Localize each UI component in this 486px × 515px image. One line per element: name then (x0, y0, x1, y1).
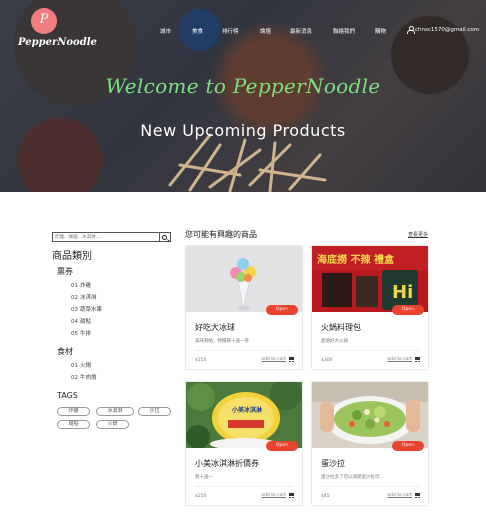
divider (195, 486, 293, 487)
product-price: $150 (195, 358, 207, 363)
add-to-cart-label: add to cart (261, 493, 286, 498)
category-item[interactable]: 02 冰淇淋 (71, 293, 97, 301)
tag-salad[interactable]: 沙拉 (138, 407, 171, 416)
open-button[interactable]: Open (392, 305, 424, 315)
cart-icon (414, 493, 420, 498)
category-item[interactable]: 05 牛排 (71, 329, 91, 337)
product-description: 美味夠給，特價買十送一券 (195, 339, 249, 344)
hero-banner: P PepperNoodle 城市 美食 排行榜 論壇 最新消息 聯絡我們 購物… (0, 0, 486, 192)
item-number: 01 (71, 363, 78, 369)
product-card[interactable]: Open 好吃大冰球 美味夠給，特價買十送一券 $150 add to cart (186, 246, 302, 369)
see-more-link[interactable]: 查看更多 (408, 231, 428, 238)
cart-icon (414, 357, 420, 362)
item-number: 05 (71, 331, 78, 337)
product-card[interactable]: 海底撈 不辣 禮盒 Hi Open 火鍋料理包 超值好大火鍋 $300 add … (312, 246, 428, 369)
divider (195, 350, 293, 351)
product-title[interactable]: 小美冰淇淋折價券 (195, 458, 259, 469)
product-title[interactable]: 好吃大冰球 (195, 322, 235, 333)
open-button[interactable]: Open (392, 441, 424, 451)
cart-icon (288, 357, 294, 362)
product-description: 超值好大火鍋 (321, 339, 348, 344)
category-group-title: 食材 (57, 347, 73, 356)
product-price: $45 (321, 494, 330, 499)
ice-cream-cup-image: 小美冰淇淋 (186, 382, 302, 448)
nav-item-forum[interactable]: 論壇 (260, 27, 271, 35)
add-to-cart-button[interactable]: add to cart (261, 357, 294, 362)
tags-title: TAGS (57, 391, 78, 400)
product-description: 買十送一 (195, 475, 213, 480)
product-card[interactable]: 小美冰淇淋 Open 小美冰淇淋折價券 買十送一 $250 add to car… (186, 382, 302, 505)
category-item[interactable]: 01 火鍋 (71, 361, 91, 369)
salad-image (312, 382, 428, 448)
tag-hotpot[interactable]: 火鍋 (96, 420, 129, 429)
nav-item-ranking[interactable]: 排行榜 (222, 27, 239, 35)
category-item[interactable]: 04 甜點 (71, 317, 91, 325)
search-input[interactable] (52, 232, 160, 242)
add-to-cart-button[interactable]: add to cart (261, 493, 294, 498)
item-number: 02 (71, 375, 78, 381)
tag-ice-cream[interactable]: 冰淇淋 (96, 407, 134, 416)
hero-title: New Upcoming Products (140, 121, 346, 140)
cart-icon (288, 493, 294, 498)
product-card[interactable]: Open 蛋沙拉 蛋沙拉多了可以減肥蛋沙拉可... $45 add to car… (312, 382, 428, 505)
user-account[interactable]: chnsc1570@gmail.com (407, 26, 480, 34)
add-to-cart-button[interactable]: add to cart (387, 357, 420, 362)
category-item[interactable]: 01 炸雞 (71, 281, 91, 289)
tag-dessert[interactable]: 甜點 (57, 420, 90, 429)
product-image (186, 246, 302, 312)
category-item[interactable]: 02 牛肉燴 (71, 373, 97, 381)
product-title[interactable]: 蛋沙拉 (321, 458, 345, 469)
item-label: 甜點 (80, 319, 92, 325)
ice-cream-image (186, 246, 302, 312)
product-image: 小美冰淇淋 (186, 382, 302, 448)
tag-fried-chicken[interactable]: 炸雞 (57, 407, 90, 416)
product-image: 海底撈 不辣 禮盒 Hi (312, 246, 428, 312)
add-to-cart-label: add to cart (387, 357, 412, 362)
user-icon (407, 26, 415, 34)
open-button[interactable]: Open (266, 305, 298, 315)
nav-item-city[interactable]: 城市 (160, 27, 171, 35)
user-email: chnsc1570@gmail.com (415, 26, 480, 33)
item-label: 牛排 (80, 331, 92, 337)
category-group-title: 票券 (57, 267, 73, 276)
hero-welcome: Welcome to PepperNoodle (105, 74, 381, 98)
add-to-cart-button[interactable]: add to cart (387, 493, 420, 498)
item-label: 蔬菜水果 (80, 307, 103, 313)
open-button[interactable]: Open (266, 441, 298, 451)
search-button[interactable] (160, 232, 171, 242)
add-to-cart-label: add to cart (387, 493, 412, 498)
hotpot-box-image: 海底撈 不辣 禮盒 Hi (312, 246, 428, 312)
package-label-text: 小美冰淇淋 (231, 406, 262, 414)
product-price: $300 (321, 358, 333, 363)
nav-item-shop[interactable]: 購物 (375, 27, 386, 35)
item-label: 火鍋 (80, 363, 92, 369)
product-description: 蛋沙拉多了可以減肥蛋沙拉可... (321, 475, 384, 480)
section-title: 您可能有興趣的商品 (185, 230, 257, 239)
divider (321, 486, 419, 487)
package-banner-text: 海底撈 不辣 禮盒 (317, 253, 395, 266)
item-label: 牛肉燴 (80, 375, 97, 381)
item-number: 04 (71, 319, 78, 325)
product-price: $250 (195, 494, 207, 499)
category-item[interactable]: 03 蔬菜水果 (71, 305, 102, 313)
item-number: 01 (71, 283, 78, 289)
logo-letter: P (39, 12, 49, 27)
categories-title: 商品類別 (52, 251, 92, 262)
product-title[interactable]: 火鍋料理包 (321, 322, 361, 333)
item-label: 冰淇淋 (80, 295, 97, 301)
product-image (312, 382, 428, 448)
search-icon (162, 234, 167, 240)
item-label: 炸雞 (80, 283, 92, 289)
top-nav: 城市 美食 排行榜 論壇 最新消息 聯絡我們 購物 chnsc1570@gmai… (0, 26, 486, 39)
nav-item-news[interactable]: 最新消息 (290, 27, 312, 35)
item-number: 03 (71, 307, 78, 313)
search-bar (52, 232, 172, 242)
nav-item-food[interactable]: 美食 (192, 27, 203, 35)
svg-text:Hi: Hi (392, 282, 413, 303)
nav-item-contact[interactable]: 聯絡我們 (333, 27, 355, 35)
add-to-cart-label: add to cart (261, 357, 286, 362)
item-number: 02 (71, 295, 78, 301)
divider (321, 350, 419, 351)
